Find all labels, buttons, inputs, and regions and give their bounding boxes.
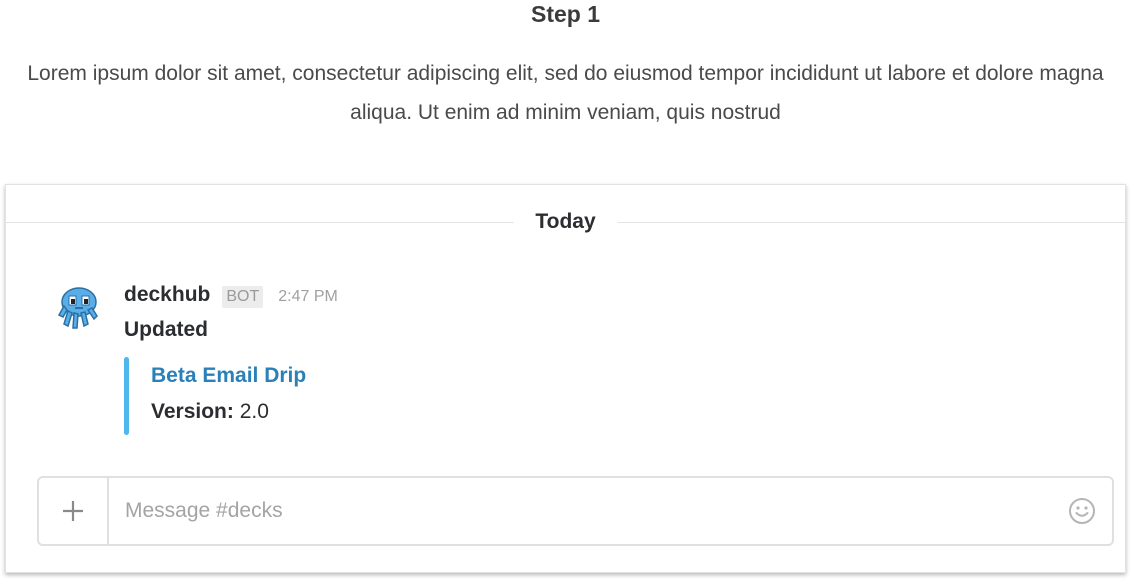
attachment-field-value: 2.0 <box>239 400 269 423</box>
message-text: Updated <box>124 318 208 341</box>
message-input[interactable] <box>125 490 1025 532</box>
message-attachment: Beta Email Drip Version: 2.0 <box>124 357 724 435</box>
octopus-bot-icon[interactable] <box>51 282 107 338</box>
attachment-field: Version: 2.0 <box>151 398 269 426</box>
chat-panel: Today deckhub BOT 2:47 PM Updated Beta E… <box>5 184 1126 573</box>
smiley-icon <box>1069 498 1095 524</box>
sender-name[interactable]: deckhub <box>124 283 210 307</box>
bot-badge: BOT <box>222 286 264 308</box>
day-divider: Today <box>6 201 1125 245</box>
message-composer <box>37 476 1114 546</box>
message-timestamp[interactable]: 2:47 PM <box>278 288 338 306</box>
step-description: Lorem ipsum dolor sit amet, consectetur … <box>27 62 1104 124</box>
day-divider-label: Today <box>513 209 618 235</box>
message-header: deckhub BOT 2:47 PM <box>124 283 338 311</box>
step-title: Step 1 <box>530 1 601 27</box>
attachment-field-name: Version: <box>151 400 234 423</box>
plus-icon <box>63 501 83 521</box>
attachment-title-link[interactable]: Beta Email Drip <box>151 362 306 390</box>
attachment-color-bar <box>124 357 129 435</box>
emoji-button[interactable] <box>1068 497 1096 525</box>
add-attachment-button[interactable] <box>39 478 109 544</box>
